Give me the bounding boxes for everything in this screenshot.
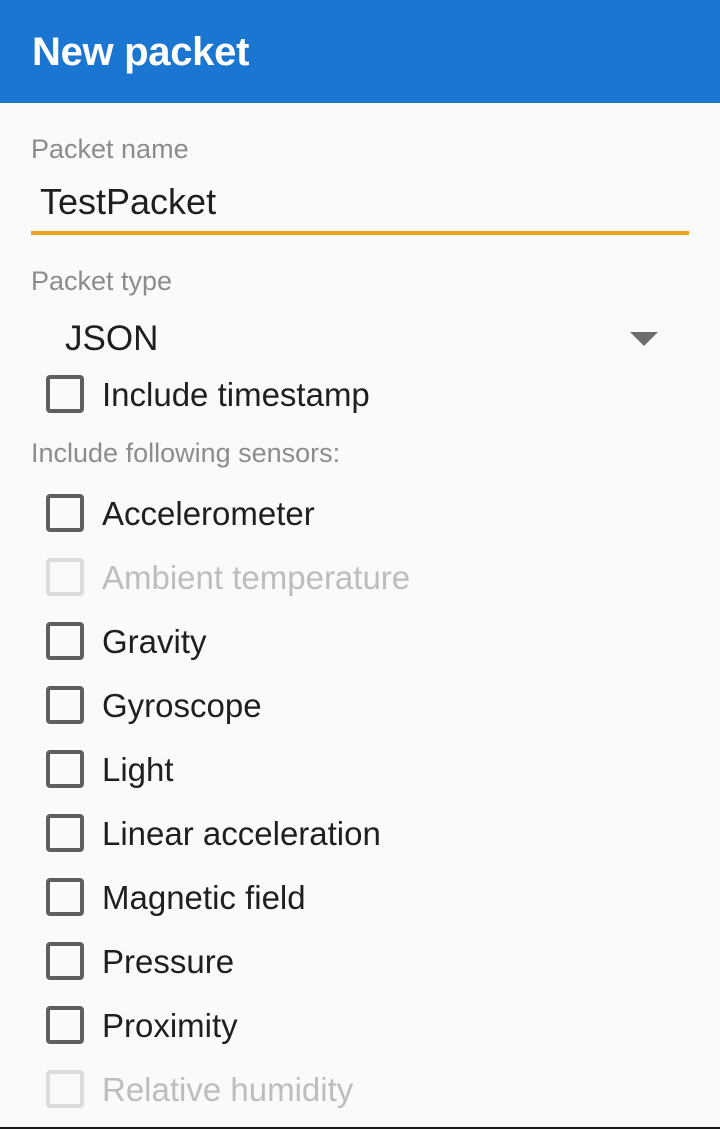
- checkbox-icon[interactable]: [46, 375, 84, 413]
- checkbox-row-ambient-temperature: Ambient temperature: [31, 545, 689, 609]
- checkbox-label: Magnetic field: [102, 878, 306, 916]
- checkbox-row-relative-humidity: Relative humidity: [31, 1057, 689, 1121]
- checkbox-icon[interactable]: [46, 878, 84, 916]
- checkbox-row-gravity[interactable]: Gravity: [31, 609, 689, 673]
- chevron-down-icon: [630, 331, 658, 346]
- packet-type-select[interactable]: JSON: [31, 321, 689, 362]
- checkbox-icon[interactable]: [46, 494, 84, 532]
- checkbox-label: Gravity: [102, 622, 207, 660]
- packet-name-input[interactable]: TestPacket: [31, 184, 689, 235]
- sensors-section-label: Include following sensors:: [31, 438, 341, 468]
- packet-name-label: Packet name: [31, 134, 189, 164]
- checkbox-label: Relative humidity: [102, 1070, 354, 1108]
- checkbox-row-accelerometer[interactable]: Accelerometer: [31, 481, 689, 545]
- checkbox-row-proximity[interactable]: Proximity: [31, 993, 689, 1057]
- sensor-checkbox-list: Accelerometer Ambient temperature Gravit…: [31, 481, 689, 1121]
- checkbox-label: Proximity: [102, 1006, 238, 1044]
- checkbox-label: Pressure: [102, 942, 235, 980]
- checkbox-label: Light: [102, 750, 174, 788]
- checkbox-icon: [46, 1070, 84, 1108]
- checkbox-icon[interactable]: [46, 622, 84, 660]
- checkbox-label: Linear acceleration: [102, 814, 381, 852]
- checkbox-icon: [46, 558, 84, 596]
- checkbox-row-magnetic-field[interactable]: Magnetic field: [31, 865, 689, 929]
- checkbox-label: Gyroscope: [102, 686, 262, 724]
- page-title: New packet: [32, 29, 250, 74]
- checkbox-row-pressure[interactable]: Pressure: [31, 929, 689, 993]
- form-content: Packet name TestPacket Packet type JSON …: [0, 103, 720, 1121]
- checkbox-row-linear-acceleration[interactable]: Linear acceleration: [31, 801, 689, 865]
- checkbox-icon[interactable]: [46, 1006, 84, 1044]
- checkbox-label: Include timestamp: [102, 375, 370, 413]
- checkbox-icon[interactable]: [46, 942, 84, 980]
- checkbox-row-include-timestamp[interactable]: Include timestamp: [31, 362, 689, 426]
- packet-type-label: Packet type: [31, 266, 173, 296]
- checkbox-row-gyroscope[interactable]: Gyroscope: [31, 673, 689, 737]
- packet-type-value: JSON: [65, 319, 159, 358]
- checkbox-icon[interactable]: [46, 686, 84, 724]
- checkbox-row-light[interactable]: Light: [31, 737, 689, 801]
- checkbox-icon[interactable]: [46, 814, 84, 852]
- checkbox-label: Ambient temperature: [102, 558, 411, 596]
- packet-name-value: TestPacket: [40, 181, 217, 222]
- checkbox-icon[interactable]: [46, 750, 84, 788]
- app-bar: New packet: [0, 0, 720, 103]
- checkbox-label: Accelerometer: [102, 494, 315, 532]
